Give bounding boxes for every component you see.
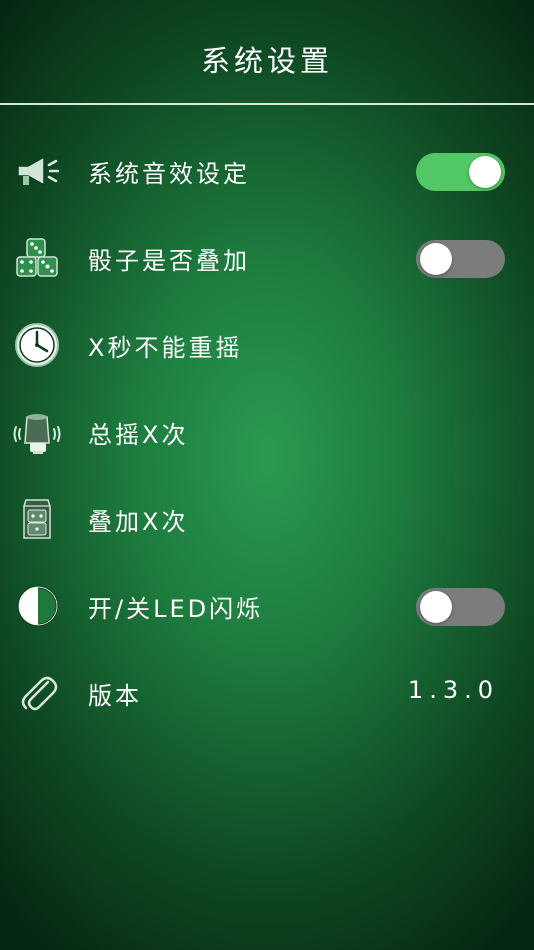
header-bar: 系统设置 [0,0,534,105]
clock-icon [12,320,62,370]
dice-stack-toggle[interactable] [416,240,505,278]
setting-label-dice-stack: 骰子是否叠加 [88,247,250,275]
dice-icon [12,233,62,283]
page-title: 系统设置 [200,44,333,78]
shaking-cup-icon [12,407,62,457]
setting-row-dice-stack: 骰子是否叠加 [0,223,534,293]
half-circle-icon [12,581,62,631]
dice-stack-toggle-knob [420,243,452,275]
setting-label-reshake-delay: X秒不能重摇 [88,334,243,362]
setting-label-total-shakes: 总摇X次 [88,421,189,449]
sound-toggle-knob [469,156,501,188]
version-value: 1.3.0 [407,676,499,704]
setting-label-version: 版本 [88,682,142,710]
setting-label-sound: 系统音效设定 [88,160,250,188]
setting-row-reshake-delay[interactable]: X秒不能重摇 [0,310,534,380]
setting-row-stack-count[interactable]: 叠加X次 [0,484,534,554]
setting-row-led: 开/关LED闪烁 [0,571,534,641]
stacked-dice-icon [12,494,62,544]
setting-label-led: 开/关LED闪烁 [88,595,264,623]
led-toggle-knob [420,591,452,623]
sound-toggle[interactable] [416,153,505,191]
setting-label-stack-count: 叠加X次 [88,508,189,536]
megaphone-icon [12,146,62,196]
led-toggle[interactable] [416,588,505,626]
paperclip-icon [12,668,62,718]
setting-row-version: 版本 1.3.0 [0,658,534,728]
header-divider [0,103,534,105]
setting-row-sound: 系统音效设定 [0,136,534,206]
setting-row-total-shakes[interactable]: 总摇X次 [0,397,534,467]
